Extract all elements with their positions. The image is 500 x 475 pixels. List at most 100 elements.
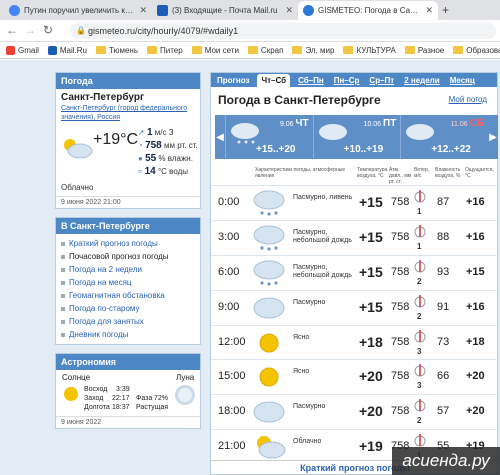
current-condition: Облачно bbox=[61, 183, 94, 192]
pressure-value: 758 bbox=[145, 140, 162, 151]
wind-direction-icon bbox=[414, 328, 426, 348]
bookmark-item[interactable]: Образован bbox=[453, 46, 500, 55]
close-tab-icon[interactable]: ✕ bbox=[139, 5, 147, 16]
row-feels-like: +16 bbox=[466, 196, 485, 208]
city-link[interactable]: Краткий прогноз погоды bbox=[56, 237, 200, 250]
tab-wed-fri[interactable]: Ср–Пт bbox=[367, 76, 396, 87]
browser-tab-active[interactable]: GISMETEO: Погода в Санкт-Пете ✕ bbox=[298, 1, 438, 20]
next-days-icon[interactable]: ▶ bbox=[488, 115, 498, 159]
new-tab-icon[interactable]: + bbox=[442, 3, 449, 17]
back-icon[interactable]: ← bbox=[6, 23, 18, 37]
hourly-row: 3:00 Пасмурно, небольшой дождь +15 758 1 88 +1… bbox=[211, 219, 499, 255]
city-link[interactable]: Погода по-старому bbox=[56, 302, 200, 315]
bookmark-item[interactable]: Мои сети bbox=[191, 46, 239, 55]
moon-state: Растущая bbox=[136, 404, 169, 411]
city-link[interactable]: Геомагнитная обстановка bbox=[56, 289, 200, 302]
prev-days-icon[interactable]: ◀ bbox=[215, 115, 225, 159]
city-link[interactable]: Погода на 2 недели bbox=[56, 263, 200, 276]
bookmark-item[interactable]: Разное bbox=[404, 46, 444, 55]
hourly-row: 9:00 Пасмурно +15 758 2 91 +16 bbox=[211, 289, 499, 325]
day-date-text: 9.06 bbox=[279, 121, 294, 128]
row-wind: 1 bbox=[417, 207, 422, 216]
cloud-sun-icon bbox=[251, 433, 287, 463]
row-wind: 3 bbox=[417, 346, 422, 356]
sunset-value: 22:17 bbox=[112, 395, 130, 402]
astronomy-header: Астрономия bbox=[56, 354, 200, 370]
day-card[interactable]: 11.06 СБ +12..+22 bbox=[400, 115, 488, 159]
water-prop: ≈ 14 °С воды bbox=[138, 166, 188, 177]
close-tab-icon[interactable]: ✕ bbox=[285, 5, 293, 16]
cloud-sun-icon bbox=[64, 139, 93, 159]
bookmark-item[interactable]: Gmail bbox=[6, 45, 39, 55]
row-feels-like: +15 bbox=[466, 265, 485, 278]
url-field[interactable]: 🔒 gismeteo.ru/city/hourly/4079/#wdaily1 bbox=[70, 23, 496, 39]
col-head-cond: Характеристики погоды, атмосферные явлен… bbox=[255, 167, 346, 179]
gmail-icon bbox=[6, 45, 15, 55]
bookmark-item[interactable]: Mail.Ru bbox=[47, 45, 88, 55]
sun-label: Солнце bbox=[62, 373, 91, 382]
reload-icon[interactable]: ↻ bbox=[43, 23, 53, 37]
tab-two-weeks[interactable]: 2 недели bbox=[402, 76, 441, 87]
hourly-row: 0:00 Пасмурно, ливень +15 758 1 87 +16 bbox=[211, 185, 499, 220]
bookmark-label: КУЛЬТУРА bbox=[356, 45, 396, 55]
watermark: асиенда.ру bbox=[392, 447, 500, 475]
row-time: 3:00 bbox=[218, 230, 240, 243]
url-text: gismeteo.ru/city/hourly/4079/#wdaily1 bbox=[88, 26, 239, 36]
wind-direction-icon bbox=[414, 397, 426, 417]
row-time: 0:00 bbox=[218, 196, 240, 208]
tab-forecast[interactable]: Прогноз bbox=[215, 76, 251, 87]
humidity-icon: ● bbox=[138, 154, 146, 163]
row-condition: Облачно bbox=[293, 438, 322, 446]
row-humidity: 73 bbox=[437, 335, 450, 348]
bookmarks-bar: Gmail Mail.Ru Тюмень Питер Мои сети Скра… bbox=[0, 42, 500, 59]
row-humidity: 57 bbox=[437, 405, 450, 418]
cloud-rain-icon bbox=[251, 259, 287, 289]
browser-tab[interactable]: Путин поручил увеличить кеш ✕ bbox=[4, 1, 152, 20]
my-weather-link[interactable]: Мой погод bbox=[449, 95, 487, 104]
row-pressure: 758 bbox=[391, 230, 410, 243]
day-date-text: 11.06 bbox=[450, 121, 468, 128]
bookmark-label: Питер bbox=[160, 45, 183, 55]
forward-icon[interactable]: → bbox=[24, 23, 36, 37]
current-weather-header: Погода bbox=[56, 73, 200, 89]
row-feels-like: +16 bbox=[466, 230, 485, 243]
folder-icon bbox=[247, 46, 258, 54]
bookmark-item[interactable]: Тюмень bbox=[96, 46, 138, 55]
wind-direction-icon bbox=[414, 362, 426, 382]
city-link[interactable]: Погода на месяц bbox=[56, 276, 200, 289]
bookmark-item[interactable]: Эл. мир bbox=[292, 46, 334, 55]
folder-icon bbox=[147, 46, 157, 54]
bookmark-label: Mail.Ru bbox=[59, 45, 88, 55]
gismeteo-favicon-icon bbox=[303, 5, 314, 16]
tab-sat-mon[interactable]: Сб–Пн bbox=[296, 76, 326, 87]
moon-icon bbox=[175, 385, 195, 405]
bookmark-item[interactable]: Питер bbox=[147, 46, 183, 55]
bookmark-item[interactable]: КУЛЬТУРА bbox=[343, 45, 396, 55]
city-link[interactable]: Погода для занятых bbox=[56, 315, 200, 328]
day-card[interactable]: 9.06 ЧТ +15..+20 bbox=[225, 115, 313, 159]
tab-thu-sat[interactable]: Чт–Сб bbox=[257, 74, 291, 87]
astronomy-body: Солнце Луна Восход 3:39 Заход 22:17 Долг… bbox=[56, 370, 200, 428]
row-pressure: 758 bbox=[391, 335, 410, 348]
bookmark-item[interactable]: Скрап bbox=[247, 45, 284, 55]
bookmark-label: Gmail bbox=[18, 45, 39, 55]
moon-phase-label: Фаза bbox=[136, 395, 153, 402]
day-temps: +10..+19 bbox=[343, 144, 384, 155]
sunrise-value: 3:39 bbox=[116, 386, 130, 393]
city-link-current[interactable]: Почасовой прогноз погоды bbox=[56, 250, 200, 263]
row-wind: 2 bbox=[417, 311, 422, 321]
bookmark-label: Скрап bbox=[260, 45, 284, 55]
col-head-hum: Влажность воздуха, % bbox=[435, 167, 461, 179]
tab-mon-wed[interactable]: Пн–Ср bbox=[332, 76, 362, 87]
wind-unit: м/с bbox=[154, 128, 167, 137]
address-bar-row: ← → ↻ 🔒 gismeteo.ru/city/hourly/4079/#wd… bbox=[0, 20, 500, 42]
row-condition: Пасмурно, небольшой дождь bbox=[293, 228, 352, 244]
browser-tab[interactable]: (3) Входящие - Почта Mail.ru ✕ bbox=[152, 1, 298, 20]
region-link[interactable]: Санкт-Петербург (город федерального знач… bbox=[56, 103, 200, 123]
tab-month[interactable]: Месяц bbox=[448, 76, 477, 87]
hourly-row: 12:00 Ясно +18 758 3 73 +18 bbox=[211, 324, 499, 360]
row-temp: +15 bbox=[359, 228, 383, 245]
day-card[interactable]: 10.06 ПТ +10..+19 bbox=[312, 115, 401, 159]
city-link[interactable]: Дневник погоды bbox=[56, 328, 200, 341]
close-tab-icon[interactable]: ✕ bbox=[425, 5, 433, 16]
